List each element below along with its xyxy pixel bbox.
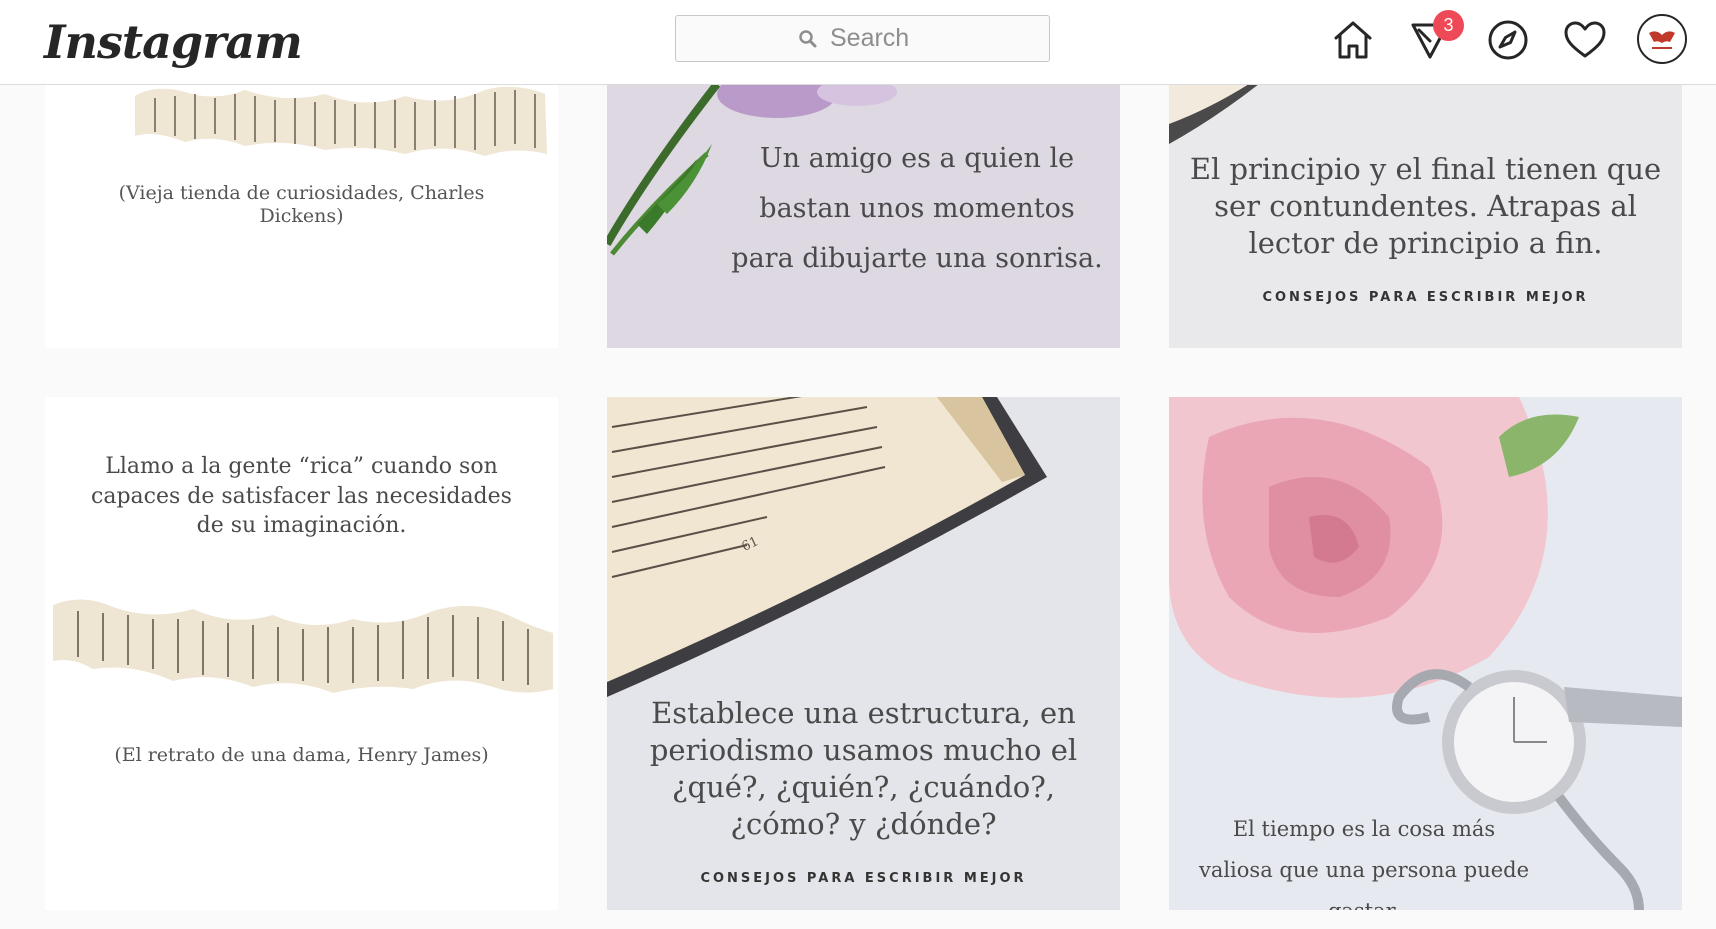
post-quote: Establece una estructura, en periodismo … — [649, 696, 1078, 841]
home-icon[interactable] — [1330, 17, 1376, 63]
post-tile-1[interactable]: (Vieja tienda de curiosidades, Charles D… — [45, 84, 558, 348]
notification-badge: 3 — [1433, 10, 1464, 41]
post-tile-3[interactable]: El principio y el final tienen que ser c… — [1169, 84, 1682, 348]
post-tile-6[interactable]: El tiempo es la cosa más valiosa que una… — [1169, 397, 1682, 910]
post-caption: (Vieja tienda de curiosidades, Charles D… — [118, 182, 485, 227]
search-icon — [799, 29, 817, 47]
torn-paper-image — [53, 599, 553, 693]
torn-paper-image — [135, 86, 547, 156]
post-quote: Un amigo es a quien le bastan unos momen… — [731, 143, 1103, 274]
instagram-logo[interactable]: Instagram — [44, 6, 303, 78]
post-label: CONSEJOS PARA ESCRIBIR MEJOR — [700, 871, 1027, 886]
top-navigation-bar: Instagram 3 — [0, 0, 1716, 85]
search-input[interactable] — [828, 23, 927, 54]
post-tile-5[interactable]: 61 Establece una estructura, en periodis… — [607, 397, 1120, 910]
post-tile-4[interactable]: Llamo a la gente “rica” cuando son capac… — [45, 397, 558, 910]
post-quote: Llamo a la gente “rica” cuando son capac… — [91, 454, 512, 538]
avatar[interactable] — [1637, 14, 1687, 64]
post-tile-2[interactable]: Un amigo es a quien le bastan unos momen… — [607, 84, 1120, 348]
post-quote: El tiempo es la cosa más valiosa que una… — [1198, 817, 1530, 910]
search-box[interactable] — [675, 15, 1050, 62]
post-caption: (El retrato de una dama, Henry James) — [114, 744, 489, 766]
post-label: CONSEJOS PARA ESCRIBIR MEJOR — [1262, 290, 1589, 305]
explore-icon[interactable] — [1485, 17, 1531, 63]
heart-icon[interactable] — [1562, 17, 1608, 63]
post-quote: El principio y el final tienen que ser c… — [1189, 152, 1662, 260]
